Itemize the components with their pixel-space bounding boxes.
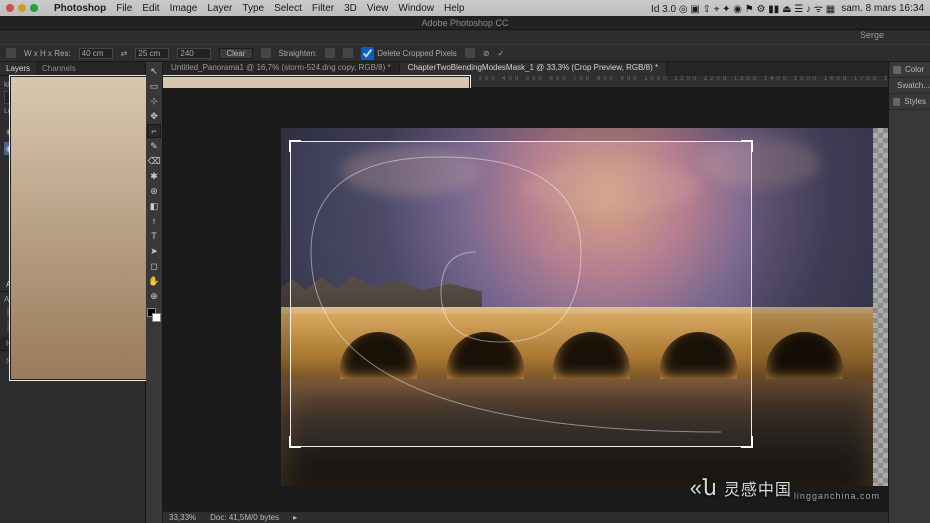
delete-cropped-checkbox[interactable] <box>361 47 374 60</box>
swap-wh-icon[interactable]: ⇄ <box>121 49 128 58</box>
zoom-level[interactable]: 33,33% <box>169 513 196 522</box>
path-tool[interactable]: ➤ <box>147 244 161 258</box>
menu-layer[interactable]: Layer <box>207 3 232 14</box>
cancel-crop-icon[interactable]: ⊘ <box>483 49 490 58</box>
app-inner-spacer <box>0 30 930 44</box>
menu-window[interactable]: Window <box>398 3 434 14</box>
menu-edit[interactable]: Edit <box>142 3 159 14</box>
color-icon <box>893 66 901 74</box>
hand-tool[interactable]: ✋ <box>147 274 161 288</box>
status-bar: 33,33% Doc: 41,5M/0 bytes ▸ <box>163 511 888 523</box>
mac-clock: sam. 8 mars 16:34 <box>841 3 924 14</box>
tools-toolbar: ↖ ▭ ⊹ ✥ ⌐ ✎ ⌫ ✱ ⊛ ◧ ⟊ T ➤ ◻ ✋ ⊕ <box>146 62 163 523</box>
workspace-switcher[interactable]: Serge <box>860 30 884 40</box>
crop-res-input[interactable] <box>177 48 211 59</box>
golden-spiral-overlay <box>291 142 751 446</box>
straighten-label: Straighten: <box>279 49 318 58</box>
straighten-icon[interactable] <box>261 48 271 58</box>
crop-tool-icon[interactable] <box>6 48 16 58</box>
canvas-area[interactable] <box>163 88 888 511</box>
layer-row[interactable]: ◉ Crop Preview <box>4 142 141 155</box>
crop-options-icon[interactable] <box>343 48 353 58</box>
commit-crop-icon[interactable]: ✓ <box>498 49 505 58</box>
app-title: Adobe Photoshop CC <box>0 16 930 30</box>
menu-help[interactable]: Help <box>444 3 465 14</box>
document-tabs: Untitled_Panorama1 @ 16,7% (storm-524.dn… <box>163 62 888 76</box>
wand-tool[interactable]: ✥ <box>147 109 161 123</box>
left-panel-stack: Layers Channels kind Normal Opacity: Loc… <box>0 62 146 523</box>
crop-width-input[interactable] <box>79 48 113 59</box>
crop-handle-bl[interactable] <box>289 436 301 448</box>
mac-app-name: Photoshop <box>54 3 106 14</box>
doc-size[interactable]: Doc: 41,5M/0 bytes <box>210 513 279 522</box>
type-tool[interactable]: T <box>147 229 161 243</box>
channels-tab[interactable]: Channels <box>36 62 82 75</box>
menu-file[interactable]: File <box>116 3 132 14</box>
crop-handle-tr[interactable] <box>741 140 753 152</box>
reset-crop-icon[interactable] <box>465 48 475 58</box>
menu-view[interactable]: View <box>367 3 389 14</box>
doc-tab-1[interactable]: Untitled_Panorama1 @ 16,7% (storm-524.dn… <box>163 62 400 76</box>
shape-tool[interactable]: ◻ <box>147 259 161 273</box>
menu-3d[interactable]: 3D <box>344 3 357 14</box>
document[interactable] <box>281 128 873 486</box>
brush-tool[interactable]: ✱ <box>147 169 161 183</box>
color-panel-collapsed[interactable]: Color <box>889 62 930 78</box>
clear-button[interactable]: Clear <box>219 48 252 59</box>
crop-handle-br[interactable] <box>741 436 753 448</box>
options-bar: W x H x Res: ⇄ Clear Straighten: Delete … <box>0 44 930 62</box>
color-swatch[interactable] <box>147 308 161 322</box>
crop-tool[interactable]: ⌐ <box>147 124 161 138</box>
gradient-tool[interactable]: ◧ <box>147 199 161 213</box>
zoom-tool[interactable]: ⊕ <box>147 289 161 303</box>
status-chevron-icon[interactable]: ▸ <box>293 513 297 522</box>
lasso-tool[interactable]: ⊹ <box>147 94 161 108</box>
move-tool[interactable]: ↖ <box>147 64 161 78</box>
eyedropper-tool[interactable]: ✎ <box>147 139 161 153</box>
mac-menubar: Photoshop File Edit Image Layer Type Sel… <box>0 0 930 16</box>
delete-cropped-check[interactable]: Delete Cropped Pixels <box>361 47 457 60</box>
crop-height-input[interactable] <box>135 48 169 59</box>
stamp-tool[interactable]: ⊛ <box>147 184 161 198</box>
marquee-tool[interactable]: ▭ <box>147 79 161 93</box>
styles-icon <box>893 98 900 106</box>
swatches-panel-collapsed[interactable]: Swatch... <box>889 78 930 94</box>
crop-marquee[interactable] <box>291 142 751 446</box>
ratio-preset-label[interactable]: W x H x Res: <box>24 49 71 58</box>
pen-tool[interactable]: ⟊ <box>147 214 161 228</box>
traffic-lights[interactable] <box>6 4 38 12</box>
crop-handle-tl[interactable] <box>289 140 301 152</box>
menu-select[interactable]: Select <box>274 3 302 14</box>
right-panel-strip: Color Swatch... Styles <box>888 62 930 523</box>
layers-tab[interactable]: Layers <box>0 62 36 75</box>
overlay-icon[interactable] <box>325 48 335 58</box>
menu-image[interactable]: Image <box>170 3 198 14</box>
menu-filter[interactable]: Filter <box>312 3 334 14</box>
mac-status-icons[interactable]: Id 3.0 ◎ ▣ ⇪ ⌖ ✦ ◉ ⚑ ⚙ ▮▮ ⏏ ☰ ♪ ᯤ ▦ <box>651 1 835 15</box>
doc-tab-2[interactable]: ChapterTwoBlendingModesMask_1 @ 33,3% (C… <box>400 62 667 76</box>
styles-panel-collapsed[interactable]: Styles <box>889 94 930 110</box>
layers-panel: Layers Channels kind Normal Opacity: Loc… <box>0 62 145 158</box>
heal-tool[interactable]: ⌫ <box>147 154 161 168</box>
menu-type[interactable]: Type <box>242 3 264 14</box>
